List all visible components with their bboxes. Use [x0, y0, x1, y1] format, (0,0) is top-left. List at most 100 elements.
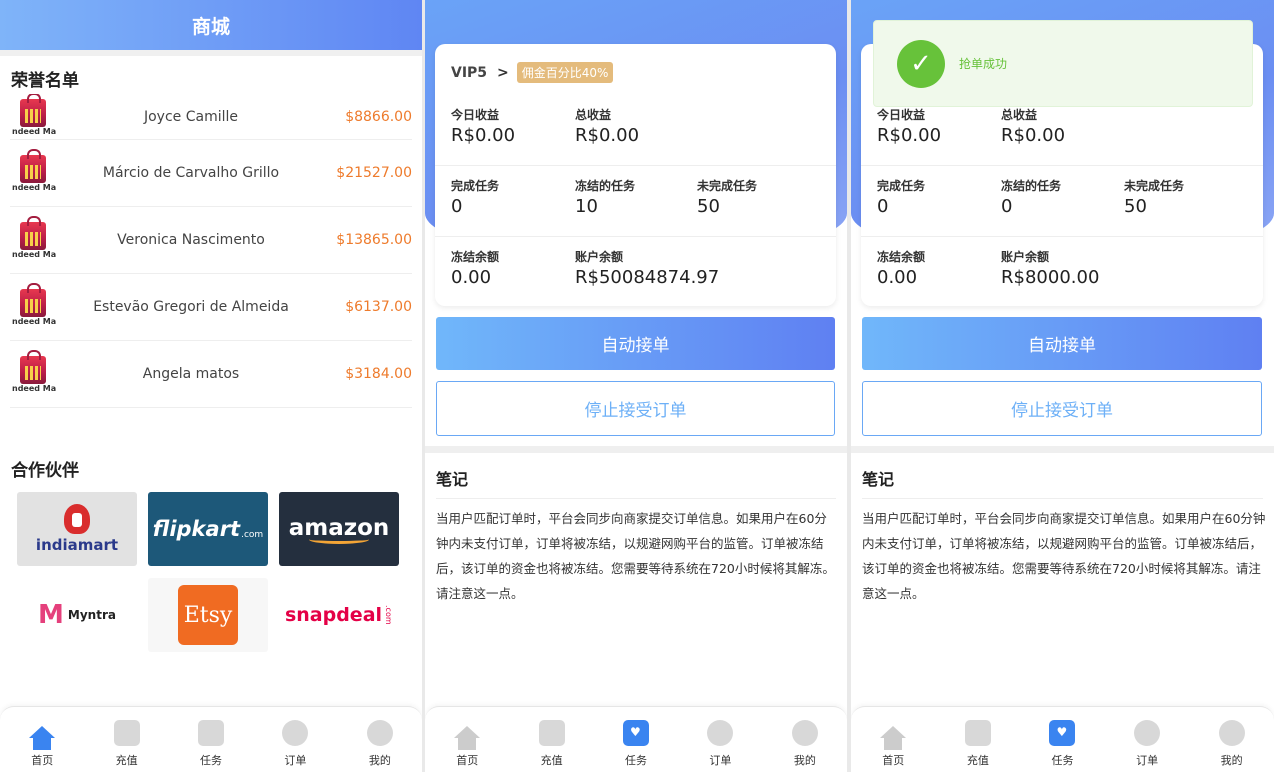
stat-total: 总收益 R$0.00 — [575, 108, 640, 146]
tab-recharge[interactable]: 充值 — [936, 707, 1021, 772]
tab-home[interactable]: 首页 — [851, 707, 936, 772]
stat-balance: 账户余额 R$8000.00 — [1001, 250, 1100, 288]
honor-amount: $21527.00 — [336, 165, 412, 181]
tab-mine[interactable]: 我的 — [763, 707, 847, 772]
home-screen: 商城 荣誉名单 ndeed Ma Joyce Camille $8866.00 … — [0, 0, 422, 772]
user-icon — [1218, 720, 1245, 746]
partner-indiamart[interactable]: indiamart — [17, 492, 137, 566]
stat-done: 完成任务 0 — [451, 179, 500, 217]
auto-accept-button[interactable]: 自动接单 — [436, 317, 835, 370]
recharge-icon — [113, 720, 140, 746]
amazon-smile-icon — [309, 535, 369, 544]
tab-task[interactable]: 任务 — [1020, 707, 1105, 772]
bottom-tab-bar: 首页 充值 任务 订单 我的 — [851, 706, 1274, 772]
list-item: ndeed Ma Angela matos $3184.00 — [10, 341, 412, 408]
divider — [436, 498, 836, 499]
stop-accept-button[interactable]: 停止接受订单 — [862, 381, 1262, 436]
indiamart-logo-icon — [64, 504, 90, 534]
home-icon — [880, 726, 907, 750]
honor-list[interactable]: ndeed Ma Joyce Camille $8866.00 ndeed Ma… — [10, 94, 412, 426]
honor-list-title: 荣誉名单 — [11, 71, 79, 91]
check-circle-icon: ✓ — [897, 39, 945, 88]
stat-frozen-tasks: 冻结的任务 0 — [1001, 179, 1062, 217]
tab-order[interactable]: 订单 — [253, 707, 337, 772]
stat-done: 完成任务 0 — [877, 179, 926, 217]
tab-mine[interactable]: 我的 — [1189, 707, 1274, 772]
list-item: ndeed Ma Márcio de Carvalho Grillo $2152… — [10, 140, 412, 207]
tab-task[interactable]: 任务 — [594, 707, 678, 772]
partner-myntra[interactable]: M Myntra — [17, 578, 137, 652]
partner-title: 合作伙伴 — [11, 461, 79, 481]
vip-level[interactable]: VIP5 > 佣金百分比40% — [451, 62, 614, 83]
partner-etsy[interactable]: Etsy — [148, 578, 268, 652]
chevron-right-icon: > — [497, 64, 509, 81]
partner-snapdeal[interactable]: snapdeal .com — [279, 578, 399, 652]
stats-row-tasks: 完成任务 0 冻结的任务 10 未完成任务 50 — [435, 167, 836, 237]
tab-order[interactable]: 订单 — [1105, 707, 1190, 772]
partner-flipkart[interactable]: flipkart .com — [148, 492, 268, 566]
stat-frozen-amount: 冻结余额 0.00 — [877, 250, 926, 288]
tab-task[interactable]: 任务 — [169, 707, 253, 772]
divider — [425, 446, 847, 453]
stat-frozen-tasks: 冻结的任务 10 — [575, 179, 636, 217]
stats-row-balance: 冻结余额 0.00 账户余额 R$8000.00 — [861, 238, 1263, 308]
user-icon — [366, 720, 393, 746]
indeed-mart-logo-icon: ndeed Ma — [12, 216, 56, 260]
success-toast: ✓ 抢单成功 — [873, 20, 1253, 107]
bottom-tab-bar: 首页 充值 任务 订单 我的 — [0, 706, 422, 772]
tab-mine[interactable]: 我的 — [338, 707, 422, 772]
bottom-tab-bar: 首页 充值 任务 订单 我的 — [425, 706, 847, 772]
task-icon — [198, 720, 225, 746]
list-item: ndeed Ma Estevão Gregori de Almeida $613… — [10, 274, 412, 341]
tab-home[interactable]: 首页 — [425, 707, 509, 772]
stat-pending: 未完成任务 50 — [697, 179, 758, 217]
home-icon — [454, 726, 481, 750]
indeed-mart-logo-icon: ndeed Ma — [12, 94, 56, 137]
honor-amount: $13865.00 — [336, 232, 412, 248]
stat-balance: 账户余额 R$50084874.97 — [575, 250, 720, 288]
indeed-mart-logo-icon: ndeed Ma — [12, 149, 56, 193]
tab-recharge[interactable]: 充值 — [84, 707, 168, 772]
honor-amount: $8866.00 — [345, 108, 412, 125]
note-title: 笔记 — [436, 470, 469, 489]
vip-label: VIP5 — [451, 64, 488, 81]
stats-row-earnings: 今日收益 R$0.00 总收益 R$0.00 — [435, 96, 836, 166]
list-item: ndeed Ma Joyce Camille $8866.00 — [10, 94, 412, 140]
order-icon — [282, 720, 309, 746]
divider — [862, 498, 1263, 499]
stats-row-tasks: 完成任务 0 冻结的任务 0 未完成任务 50 — [861, 167, 1263, 237]
honor-name: Veronica Nascimento — [117, 232, 265, 248]
honor-name: Angela matos — [142, 366, 240, 382]
note-title: 笔记 — [862, 470, 895, 489]
recharge-icon — [538, 720, 565, 746]
order-icon — [707, 720, 734, 746]
tab-home[interactable]: 首页 — [0, 707, 84, 772]
myntra-logo-icon: M — [38, 600, 64, 630]
honor-name: Joyce Camille — [143, 108, 238, 125]
stat-pending: 未完成任务 50 — [1124, 179, 1185, 217]
stats-row-balance: 冻结余额 0.00 账户余额 R$50084874.97 — [435, 238, 836, 308]
auto-accept-button[interactable]: 自动接单 — [862, 317, 1262, 370]
note-text: 当用户匹配订单时，平台会同步向商家提交订单信息。如果用户在60分钟内未支付订单，… — [862, 511, 1266, 601]
partner-grid: indiamart flipkart .com amazon M Myntra Et… — [17, 492, 422, 652]
user-icon — [791, 720, 818, 746]
task-icon — [623, 720, 650, 746]
list-item: ndeed Ma Veronica Nascimento $13865.00 — [10, 207, 412, 274]
divider — [0, 50, 422, 66]
recharge-icon — [964, 720, 991, 746]
stop-accept-button[interactable]: 停止接受订单 — [436, 381, 835, 436]
honor-name: Márcio de Carvalho Grillo — [102, 165, 280, 181]
task-screen-success: ✓ 抢单成功 今日收益 R$0.00 总收益 R$0.00 完成任务 0 冻结的… — [851, 0, 1274, 772]
indeed-mart-logo-icon: ndeed Ma — [12, 350, 56, 394]
tab-order[interactable]: 订单 — [678, 707, 762, 772]
partner-amazon[interactable]: amazon — [279, 492, 399, 566]
stat-today: 今日收益 R$0.00 — [451, 108, 516, 146]
stat-today: 今日收益 R$0.00 — [877, 108, 942, 146]
task-icon — [1049, 720, 1076, 746]
tab-recharge[interactable]: 充值 — [509, 707, 593, 772]
commission-badge: 佣金百分比40% — [516, 62, 614, 83]
honor-name: Estevão Gregori de Almeida — [93, 299, 289, 315]
earnings-card: VIP5 > 佣金百分比40% 今日收益 R$0.00 总收益 R$0.00 完… — [435, 44, 836, 306]
honor-amount: $3184.00 — [345, 366, 412, 382]
task-screen: VIP5 > 佣金百分比40% 今日收益 R$0.00 总收益 R$0.00 完… — [425, 0, 847, 772]
